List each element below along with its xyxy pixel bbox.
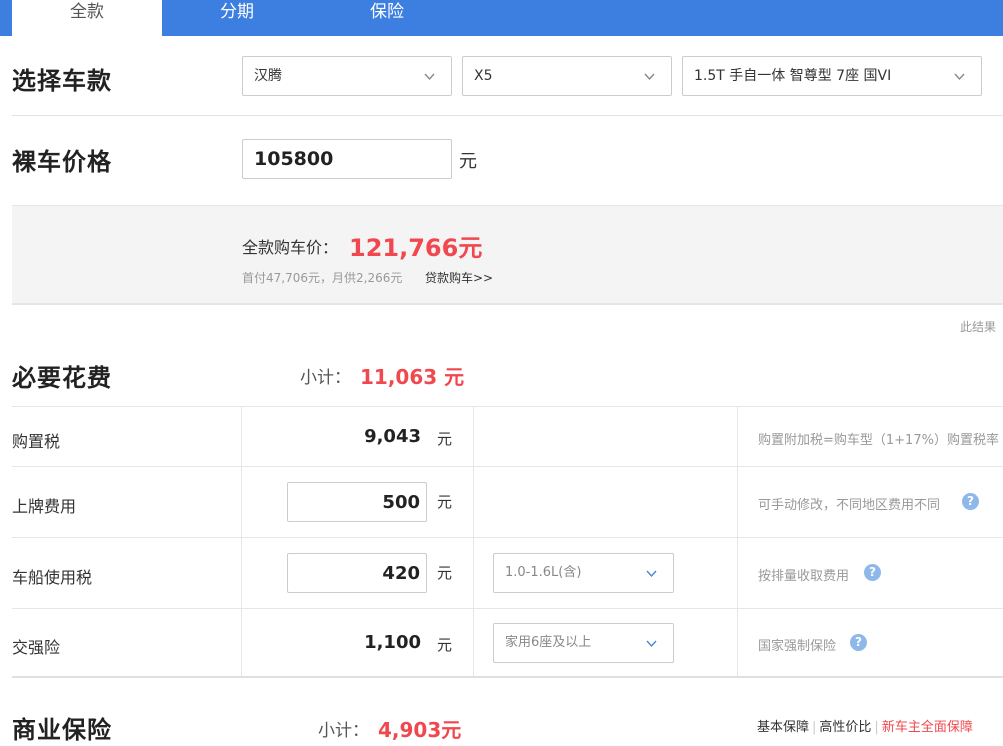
trim-select-value: 1.5T 手自一体 智尊型 7座 国VI — [694, 68, 892, 84]
vehicle-tax-input[interactable] — [287, 553, 427, 593]
divider — [12, 608, 1003, 609]
required-subtotal-value: 11,063 元 — [360, 365, 465, 389]
tab-installment[interactable]: 分期 — [162, 0, 312, 36]
tab-bar: 全款 分期 保险 — [0, 0, 1003, 36]
total-price-label: 全款购车价： — [242, 238, 339, 257]
bare-price-unit: 元 — [459, 151, 477, 172]
registration-fee-unit: 元 — [437, 493, 453, 511]
compulsory-insurance-label: 交强险 — [12, 638, 61, 657]
commercial-subtotal-value: 4,903元 — [378, 718, 462, 742]
bare-price-title: 裸车价格 — [12, 148, 112, 176]
registration-fee-label: 上牌费用 — [12, 497, 77, 516]
question-icon[interactable]: ? — [850, 634, 867, 651]
vehicle-tax-unit: 元 — [437, 564, 453, 582]
purchase-tax-label: 购置税 — [12, 432, 61, 451]
purchase-tax-unit: 元 — [437, 430, 453, 448]
vehicle-tax-label: 车船使用税 — [12, 568, 93, 587]
tab-insurance[interactable]: 保险 — [312, 0, 462, 36]
registration-fee-input[interactable] — [287, 482, 427, 522]
divider — [12, 676, 1003, 678]
chevron-down-icon — [954, 73, 965, 81]
loan-purchase-link[interactable]: 贷款购车>> — [425, 269, 493, 286]
divider — [473, 406, 474, 676]
displacement-select[interactable]: 1.0-1.6L(含) — [493, 553, 674, 593]
compulsory-insurance-unit: 元 — [437, 636, 453, 654]
purchase-tax-note: 购置附加税=购车型（1+17%）购置税率 — [758, 433, 999, 448]
tab-full-payment[interactable]: 全款 — [12, 0, 162, 36]
separator: | — [812, 720, 817, 735]
separator: | — [874, 720, 879, 735]
required-costs-title: 必要花费 — [12, 364, 112, 392]
brand-select[interactable]: 汉腾 — [242, 56, 452, 96]
brand-select-value: 汉腾 — [254, 68, 282, 84]
required-subtotal-label: 小计： — [300, 368, 351, 388]
full-plan-link[interactable]: 新车主全面保障 — [882, 720, 973, 735]
trim-select[interactable]: 1.5T 手自一体 智尊型 7座 国VI — [682, 56, 982, 96]
vehicle-tax-note: 按排量收取费用 — [758, 569, 850, 584]
seats-select-value: 家用6座及以上 — [505, 635, 592, 650]
select-car-title: 选择车款 — [12, 67, 112, 95]
purchase-tax-value: 9,043 — [364, 426, 421, 447]
bare-price-input[interactable] — [242, 139, 452, 179]
registration-fee-note: 可手动修改，不同地区费用不同 — [758, 498, 941, 513]
divider — [241, 406, 242, 676]
payment-summary: 首付47,706元，月供2,266元 — [242, 271, 403, 285]
total-price-value: 121,766元 — [349, 234, 483, 262]
divider — [12, 406, 1003, 407]
compulsory-insurance-note: 国家强制保险 — [758, 639, 837, 654]
displacement-select-value: 1.0-1.6L(含) — [505, 565, 582, 580]
chevron-down-icon — [644, 73, 655, 81]
question-icon[interactable]: ? — [962, 493, 979, 510]
question-icon[interactable]: ? — [864, 564, 881, 581]
compulsory-insurance-value: 1,100 — [364, 632, 421, 653]
divider — [737, 406, 738, 676]
commercial-insurance-title: 商业保险 — [12, 716, 112, 744]
model-select[interactable]: X5 — [462, 56, 672, 96]
chevron-down-icon — [646, 640, 657, 648]
divider — [12, 466, 1003, 467]
model-select-value: X5 — [474, 68, 493, 84]
seats-select[interactable]: 家用6座及以上 — [493, 623, 674, 663]
basic-plan-link[interactable]: 基本保障 — [757, 720, 809, 735]
chevron-down-icon — [646, 570, 657, 578]
insurance-plan-links: 基本保障 | 高性价比 | 新车主全面保障 — [757, 716, 973, 735]
chevron-down-icon — [424, 73, 435, 81]
divider — [12, 537, 1003, 538]
value-plan-link[interactable]: 高性价比 — [819, 720, 871, 735]
commercial-subtotal-label: 小计： — [318, 721, 369, 741]
total-summary: 全款购车价： 121,766元 首付47,706元，月供2,266元 贷款购车>… — [12, 205, 1003, 305]
result-note: 此结果 — [960, 320, 997, 334]
divider — [12, 115, 1003, 116]
